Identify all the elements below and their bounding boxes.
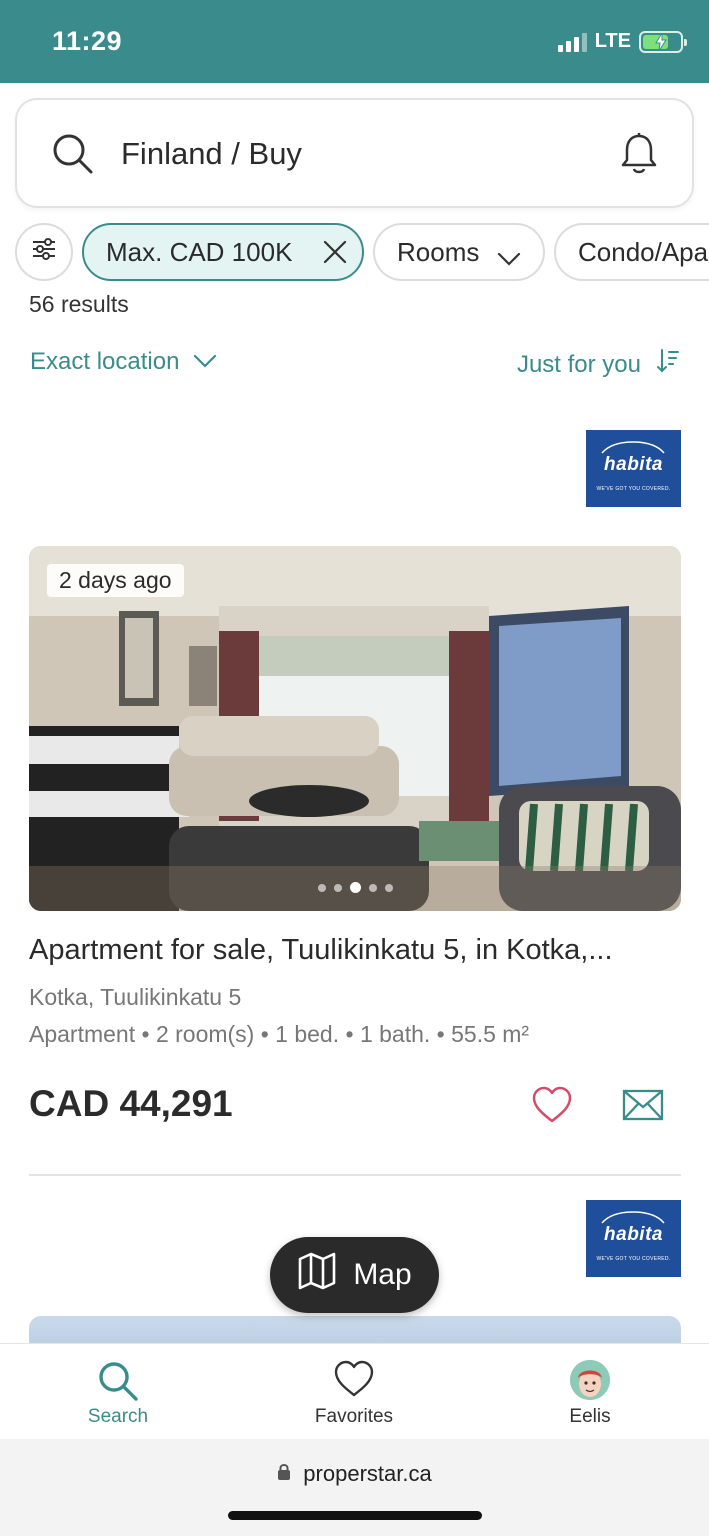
chip-label: Max. CAD 100K	[106, 236, 293, 267]
price-filter-chip[interactable]: Max. CAD 100K	[82, 223, 364, 281]
agency-name: habita	[604, 454, 663, 475]
carousel-dot[interactable]	[317, 883, 326, 892]
search-icon	[97, 1360, 139, 1408]
avatar	[570, 1360, 610, 1400]
listing-age-badge: 2 days ago	[47, 564, 184, 597]
sort-dropdown[interactable]: Just for you	[517, 348, 679, 381]
agency-name: habita	[604, 1224, 663, 1245]
chevron-down-icon	[497, 243, 521, 274]
bottom-tab-bar: Search Favorites Eelis	[0, 1343, 709, 1439]
agency-tagline: WE'VE GOT YOU COVERED.	[596, 486, 671, 492]
chevron-down-icon	[193, 348, 217, 376]
results-count: 56 results	[29, 291, 129, 317]
url-text: properstar.ca	[303, 1461, 432, 1486]
tab-favorites[interactable]: Favorites	[274, 1344, 434, 1440]
filter-chips: Max. CAD 100K Rooms Condo/Apa	[15, 223, 709, 281]
sort-label: Just for you	[516, 350, 641, 378]
network-label: LTE	[594, 30, 631, 52]
carousel-dot[interactable]	[333, 883, 342, 892]
tab-profile[interactable]: Eelis	[510, 1344, 670, 1440]
browser-bar: properstar.ca	[0, 1439, 709, 1536]
exact-location-label: Exact location	[30, 348, 180, 375]
map-button-label: Map	[353, 1258, 412, 1291]
photo-carousel-dots[interactable]	[29, 882, 681, 893]
map-icon	[297, 1252, 337, 1298]
search-icon	[51, 132, 95, 181]
agency-logo[interactable]: habita WE'VE GOT YOU COVERED.	[586, 1200, 681, 1277]
chip-label: Rooms	[397, 236, 480, 267]
search-query[interactable]: Finland / Buy	[121, 136, 302, 172]
carousel-dot[interactable]	[384, 883, 393, 892]
listing-specs: Apartment • 2 room(s) • 1 bed. • 1 bath.…	[29, 1021, 530, 1047]
home-indicator[interactable]	[228, 1511, 482, 1520]
listing-photo[interactable]: 2 days ago	[29, 546, 681, 911]
carousel-dot-active[interactable]	[349, 882, 361, 893]
map-button[interactable]: Map	[270, 1237, 439, 1313]
url-bar[interactable]: properstar.ca	[0, 1461, 709, 1487]
property-type-filter-chip[interactable]: Condo/Apa	[554, 223, 709, 281]
carousel-dot[interactable]	[368, 883, 377, 892]
listing-price: CAD 44,291	[29, 1083, 233, 1124]
sort-icon	[657, 348, 679, 381]
tab-label: Eelis	[569, 1406, 611, 1427]
heart-icon[interactable]	[531, 1086, 573, 1129]
lock-icon	[277, 1461, 291, 1487]
heart-icon	[333, 1360, 375, 1404]
mail-icon[interactable]	[622, 1088, 664, 1127]
listing-address: Kotka, Tuulikinkatu 5	[29, 984, 242, 1010]
listing-title[interactable]: Apartment for sale, Tuulikinkatu 5, in K…	[29, 934, 679, 967]
close-icon[interactable]	[322, 239, 348, 272]
signal-icon	[557, 32, 587, 52]
tab-label: Search	[87, 1406, 149, 1427]
search-bar[interactable]: Finland / Buy	[15, 98, 694, 208]
listing-divider	[29, 1174, 681, 1176]
rooms-filter-chip[interactable]: Rooms	[373, 223, 545, 281]
battery-icon	[639, 30, 687, 53]
status-bar: 11:29 LTE	[0, 0, 709, 83]
agency-logo[interactable]: habita WE'VE GOT YOU COVERED.	[586, 430, 681, 507]
tab-search[interactable]: Search	[38, 1344, 198, 1440]
agency-tagline: WE'VE GOT YOU COVERED.	[596, 1256, 671, 1262]
exact-location-dropdown[interactable]: Exact location	[30, 348, 217, 376]
filter-settings-button[interactable]	[15, 223, 73, 281]
chip-label: Condo/Apa	[578, 236, 709, 267]
bell-icon[interactable]	[620, 132, 658, 181]
tab-label: Favorites	[314, 1406, 394, 1427]
status-indicators: LTE	[557, 30, 687, 53]
sliders-icon	[31, 237, 57, 268]
status-time: 11:29	[52, 26, 123, 56]
